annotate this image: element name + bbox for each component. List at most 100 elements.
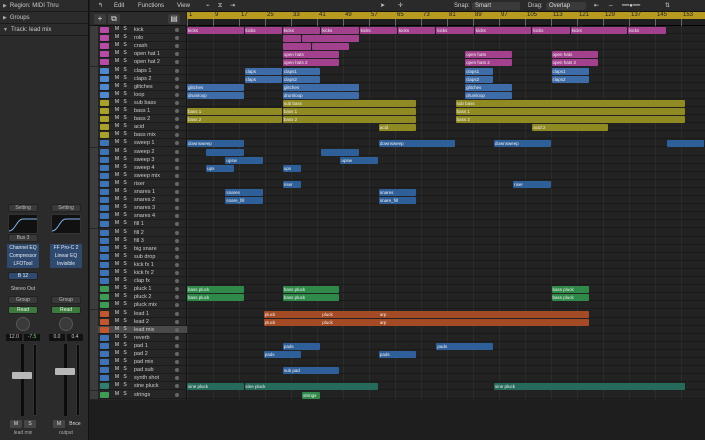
track-solo-button[interactable]: S — [121, 334, 129, 341]
track-lane[interactable] — [187, 366, 705, 374]
track-volume-knob[interactable] — [175, 206, 179, 210]
track-mute-button[interactable]: M — [113, 188, 121, 195]
disclosure-triangle-icon[interactable]: ▶ — [3, 0, 7, 11]
track-name[interactable]: reverb — [134, 334, 150, 342]
track-mute-button[interactable]: M — [113, 277, 121, 284]
region[interactable]: bass 1 — [455, 107, 685, 115]
track-row[interactable]: M Skick fx 1 — [90, 261, 187, 269]
track-name[interactable]: snares 2 — [134, 196, 155, 204]
track-solo-button[interactable]: S — [121, 26, 129, 33]
track-volume-knob[interactable] — [175, 182, 179, 186]
track-row[interactable]: M Sclap fx — [90, 277, 187, 285]
track-row[interactable]: M Ssweep 3 — [90, 156, 187, 164]
track-name[interactable]: sine pluck — [134, 382, 158, 390]
solo-button[interactable]: S — [24, 420, 36, 428]
plugin-slot-1[interactable]: FF Pro-C 2 — [50, 244, 82, 252]
track-name[interactable]: pluck 2 — [134, 293, 151, 301]
track-lane[interactable] — [187, 91, 705, 99]
track-name[interactable]: lead 2 — [134, 318, 149, 326]
track-lane[interactable] — [187, 229, 705, 237]
inspector-groups-row[interactable]: ▶ Groups — [0, 12, 88, 24]
track-name[interactable]: sub bass — [134, 99, 156, 107]
region[interactable]: kicks — [359, 26, 398, 34]
track-name[interactable]: sub drop — [134, 253, 155, 261]
vertical-zoom-icon[interactable]: ⇅ — [665, 1, 670, 11]
mute-button[interactable]: M — [10, 420, 22, 428]
track-row[interactable]: M Sfill 1 — [90, 220, 187, 228]
track-solo-button[interactable]: S — [121, 237, 129, 244]
track-name[interactable]: sweep 4 — [134, 164, 155, 172]
track-name[interactable]: riser — [134, 180, 145, 188]
track-lane[interactable] — [187, 196, 705, 204]
track-name[interactable]: snares 3 — [134, 204, 155, 212]
track-volume-knob[interactable] — [175, 190, 179, 194]
track-row[interactable]: M Skick fx 2 — [90, 269, 187, 277]
track-solo-button[interactable]: S — [121, 220, 129, 227]
eq-thumbnail[interactable] — [8, 214, 38, 234]
track-volume-knob[interactable] — [175, 295, 179, 299]
track-lane[interactable] — [187, 374, 705, 382]
track-name[interactable]: pad mix — [134, 358, 153, 366]
track-volume-knob[interactable] — [175, 44, 179, 48]
track-solo-button[interactable]: S — [121, 212, 129, 219]
region[interactable]: claps — [244, 75, 282, 83]
track-volume-knob[interactable] — [175, 60, 179, 64]
track-volume-knob[interactable] — [175, 166, 179, 170]
region[interactable]: kicks — [187, 26, 244, 34]
track-name[interactable]: sweep 2 — [134, 148, 155, 156]
track-volume-knob[interactable] — [175, 376, 179, 380]
region[interactable]: claps2 — [551, 75, 589, 83]
track-solo-button[interactable]: S — [121, 261, 129, 268]
track-row[interactable]: M Ssnares 3 — [90, 204, 187, 212]
track-name[interactable]: lead 1 — [134, 310, 149, 318]
track-mute-button[interactable]: M — [113, 382, 121, 389]
track-mute-button[interactable]: M — [113, 253, 121, 260]
add-track-button[interactable]: + — [94, 14, 106, 24]
track-row[interactable]: M Spluck 2 — [90, 293, 187, 301]
track-name[interactable]: snares 4 — [134, 212, 155, 220]
track-mute-button[interactable]: M — [113, 26, 121, 33]
region[interactable]: pads — [282, 342, 321, 350]
track-mute-button[interactable]: M — [113, 301, 121, 308]
track-mute-button[interactable]: M — [113, 42, 121, 49]
track-row[interactable]: M Sloop — [90, 91, 187, 99]
region[interactable]: claps1 — [282, 67, 321, 75]
region[interactable]: arp — [378, 318, 589, 326]
track-name[interactable]: lead mix — [134, 326, 154, 334]
track-mute-button[interactable]: M — [113, 131, 121, 138]
region[interactable]: bass 1 — [187, 107, 282, 115]
track-solo-button[interactable]: S — [121, 374, 129, 381]
region[interactable]: claps — [244, 67, 282, 75]
track-mute-button[interactable]: M — [113, 245, 121, 252]
region[interactable]: bass pluck — [551, 285, 589, 293]
duplicate-track-icon[interactable]: ⧉ — [108, 14, 120, 24]
region[interactable]: sine pluck — [187, 382, 244, 390]
region[interactable]: sub bass — [455, 99, 685, 107]
track-mute-button[interactable]: M — [113, 50, 121, 57]
track-solo-button[interactable]: S — [121, 301, 129, 308]
track-row[interactable]: M Ssub bass — [90, 99, 187, 107]
region[interactable]: bass 1 — [282, 107, 417, 115]
track-name[interactable]: fill 3 — [134, 237, 144, 245]
track-mute-button[interactable]: M — [113, 220, 121, 227]
track-row[interactable]: M Sfill 2 — [90, 229, 187, 237]
plugin-slot-3[interactable]: Invisible — [50, 260, 82, 268]
eq-thumbnail[interactable] — [51, 214, 81, 234]
track-volume-knob[interactable] — [175, 239, 179, 243]
region[interactable]: snares — [378, 188, 417, 196]
region[interactable]: riser — [282, 180, 302, 188]
track-solo-button[interactable]: S — [121, 164, 129, 171]
track-solo-button[interactable]: S — [121, 75, 129, 82]
drag-dropdown[interactable]: Overlap — [546, 2, 586, 10]
track-solo-button[interactable]: S — [121, 285, 129, 292]
track-mute-button[interactable]: M — [113, 123, 121, 130]
track-lane[interactable] — [187, 164, 705, 172]
inspector-track-row[interactable]: ▼ Track: lead mix — [0, 24, 88, 36]
region[interactable]: drumloop — [187, 91, 244, 99]
region[interactable]: kicks — [628, 26, 666, 34]
track-name[interactable]: pluck 1 — [134, 285, 151, 293]
track-solo-button[interactable]: S — [121, 131, 129, 138]
track-mute-button[interactable]: M — [113, 391, 121, 398]
track-mute-button[interactable]: M — [113, 310, 121, 317]
track-row[interactable]: M Sbig snare — [90, 245, 187, 253]
